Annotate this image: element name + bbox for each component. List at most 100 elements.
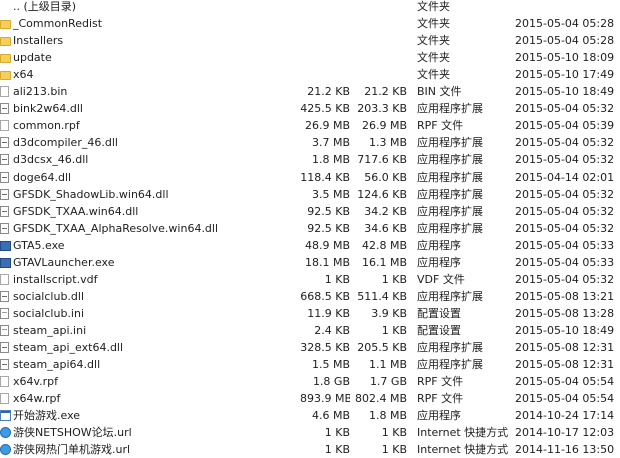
file-size: 18.1 MB <box>304 255 350 269</box>
packed-size: 1.7 GB <box>369 375 407 389</box>
file-type: VDF 文件 <box>417 272 465 286</box>
file-row[interactable]: 开始游戏.exe 4.6 MB 1.8 MB 应用程序 2014-10-24 17:14 <box>0 407 620 424</box>
file-size: 21.2 KB <box>307 85 350 99</box>
file-row[interactable]: steam_api_ext64.dll 328.5 KB 205.5 KB 应用程序扩… <box>0 339 620 356</box>
file-row[interactable]: _CommonRedist 文件夹 2015-05-04 05:28 <box>0 15 620 32</box>
file-type: 应用程序扩展 <box>417 170 483 184</box>
modified-date: 2015-05-10 18:49 <box>515 85 615 99</box>
url-icon <box>0 427 11 439</box>
file-name: update <box>13 51 52 65</box>
modified-date: 2015-05-04 05:32 <box>515 187 615 201</box>
file-row[interactable]: update 文件夹 2015-05-10 18:09 <box>0 49 620 66</box>
packed-size: 1 KB <box>381 323 407 337</box>
modified-date: 2015-05-04 05:32 <box>515 204 615 218</box>
file-type: 文件夹 <box>417 34 450 48</box>
file-row[interactable]: GFSDK_TXAA.win64.dll 92.5 KB 34.2 KB 应用程序扩展… <box>0 203 620 220</box>
file-row[interactable]: installscript.vdf 1 KB 1 KB VDF 文件 2015-05-0… <box>0 271 620 288</box>
file-type: 文件夹 <box>417 0 450 13</box>
file-type: BIN 文件 <box>417 85 462 99</box>
file-row[interactable]: common.rpf 26.9 MB 26.9 MB RPF 文件 2015-05-04… <box>0 117 620 134</box>
file-size: 668.5 KB <box>300 289 350 303</box>
file-row[interactable]: GFSDK_ShadowLib.win64.dll 3.5 MB 124.6 KB 应… <box>0 186 620 203</box>
dll-file-icon <box>0 188 9 200</box>
modified-date: 2015-05-04 05:33 <box>515 255 615 269</box>
dll-file-icon <box>0 154 9 166</box>
parent-directory-row[interactable]: .. (上级目录) 文件夹 <box>0 0 620 15</box>
file-name: x64 <box>13 68 34 82</box>
dll-file-icon <box>0 103 9 115</box>
file-row[interactable]: d3dcompiler_46.dll 3.7 MB 1.3 MB 应用程序扩展 2015… <box>0 134 620 151</box>
folder-icon <box>0 71 11 81</box>
file-size: 11.9 KB <box>307 306 350 320</box>
packed-size: 42.8 MB <box>361 238 407 252</box>
file-row[interactable]: 游侠网热门单机游戏.url 1 KB 1 KB Internet 快捷方式 2014-1… <box>0 441 620 458</box>
file-name: Installers <box>13 34 64 48</box>
file-row[interactable]: steam_api.ini 2.4 KB 1 KB 配置设置 2015-05-10 18… <box>0 322 620 339</box>
file-name: bink2w64.dll <box>13 102 83 116</box>
packed-size: 3.9 KB <box>371 306 407 320</box>
packed-size: 34.6 KB <box>364 221 407 235</box>
file-name: steam_api64.dll <box>13 358 101 372</box>
file-name: x64v.rpf <box>13 375 59 389</box>
modified-date: 2015-05-04 05:39 <box>515 119 615 133</box>
file-row[interactable]: ali213.bin 21.2 KB 21.2 KB BIN 文件 2015-05-10… <box>0 83 620 100</box>
file-type: 文件夹 <box>417 68 450 82</box>
file-type: 应用程序 <box>417 238 461 252</box>
file-row[interactable]: steam_api64.dll 1.5 MB 1.1 MB 应用程序扩展 2015-05… <box>0 356 620 373</box>
packed-size: 26.9 MB <box>361 119 407 133</box>
file-row[interactable]: bink2w64.dll 425.5 KB 203.3 KB 应用程序扩展 2015-0… <box>0 100 620 117</box>
modified-date: 2015-05-08 13:21 <box>515 289 615 303</box>
file-type: 应用程序 <box>417 409 461 423</box>
file-icon <box>0 376 9 388</box>
packed-size: 1.8 MB <box>368 409 407 423</box>
modified-date: 2015-05-08 13:28 <box>515 306 615 320</box>
modified-date: 2015-05-04 05:32 <box>515 272 615 286</box>
file-name: installscript.vdf <box>13 272 98 286</box>
file-icon <box>0 120 9 132</box>
file-row[interactable]: 游侠NETSHOW论坛.url 1 KB 1 KB Internet 快捷方式 2014… <box>0 424 620 441</box>
packed-size: 203.3 KB <box>357 102 407 116</box>
file-name: socialclub.ini <box>13 306 85 320</box>
file-row[interactable]: x64 文件夹 2015-05-10 17:49 <box>0 66 620 83</box>
file-type: 配置设置 <box>417 306 461 320</box>
packed-size: 16.1 MB <box>361 255 407 269</box>
file-row[interactable]: doge64.dll 118.4 KB 56.0 KB 应用程序扩展 2015-04-1… <box>0 169 620 186</box>
file-name: common.rpf <box>13 119 80 133</box>
file-name: GTAVLauncher.exe <box>13 255 115 269</box>
app-icon <box>0 410 11 422</box>
packed-size: 34.2 KB <box>364 204 407 218</box>
file-type: 文件夹 <box>417 17 450 31</box>
file-size: 2.4 KB <box>314 323 350 337</box>
file-row[interactable]: d3dcsx_46.dll 1.8 MB 717.6 KB 应用程序扩展 2015-05… <box>0 151 620 168</box>
file-size: 1 KB <box>324 272 350 286</box>
modified-date: 2015-05-04 05:28 <box>515 34 615 48</box>
file-row[interactable]: socialclub.dll 668.5 KB 511.4 KB 应用程序扩展 2015… <box>0 288 620 305</box>
modified-date: 2015-05-10 17:49 <box>515 68 615 82</box>
dll-file-icon <box>0 205 9 217</box>
file-row[interactable]: x64v.rpf 1.8 GB 1.7 GB RPF 文件 2015-05-04 05:… <box>0 373 620 390</box>
ini-file-icon <box>0 324 9 336</box>
file-row[interactable]: x64w.rpf 893.9 MB 802.4 MB RPF 文件 2015-05-04… <box>0 390 620 407</box>
file-size: 4.6 MB <box>311 409 350 423</box>
exe-icon <box>0 257 11 268</box>
file-name: ali213.bin <box>13 85 68 99</box>
file-size: 893.9 MB <box>300 392 350 406</box>
file-row[interactable]: GFSDK_TXAA_AlphaResolve.win64.dll 92.5 KB… <box>0 220 620 237</box>
packed-size: 205.5 KB <box>357 341 407 354</box>
file-size: 1.8 GB <box>312 375 350 389</box>
file-size: 92.5 KB <box>307 204 350 218</box>
file-row[interactable]: GTAVLauncher.exe 18.1 MB 16.1 MB 应用程序 2015-0… <box>0 254 620 271</box>
file-row[interactable]: GTA5.exe 48.9 MB 42.8 MB 应用程序 2015-05-04 05:… <box>0 237 620 254</box>
packed-size: 21.2 KB <box>364 85 407 99</box>
file-type: 文件夹 <box>417 51 450 65</box>
file-icon <box>0 86 9 98</box>
dll-file-icon <box>0 359 9 371</box>
file-name: doge64.dll <box>13 170 72 184</box>
file-name: GTA5.exe <box>13 238 65 252</box>
file-name: 游侠网热门单机游戏.url <box>13 443 131 457</box>
file-size: 1.8 MB <box>311 153 350 167</box>
dll-file-icon <box>0 290 9 302</box>
file-row[interactable]: socialclub.ini 11.9 KB 3.9 KB 配置设置 2015-05-0… <box>0 305 620 322</box>
modified-date: 2015-05-08 12:31 <box>515 358 615 372</box>
file-row[interactable]: Installers 文件夹 2015-05-04 05:28 <box>0 32 620 49</box>
